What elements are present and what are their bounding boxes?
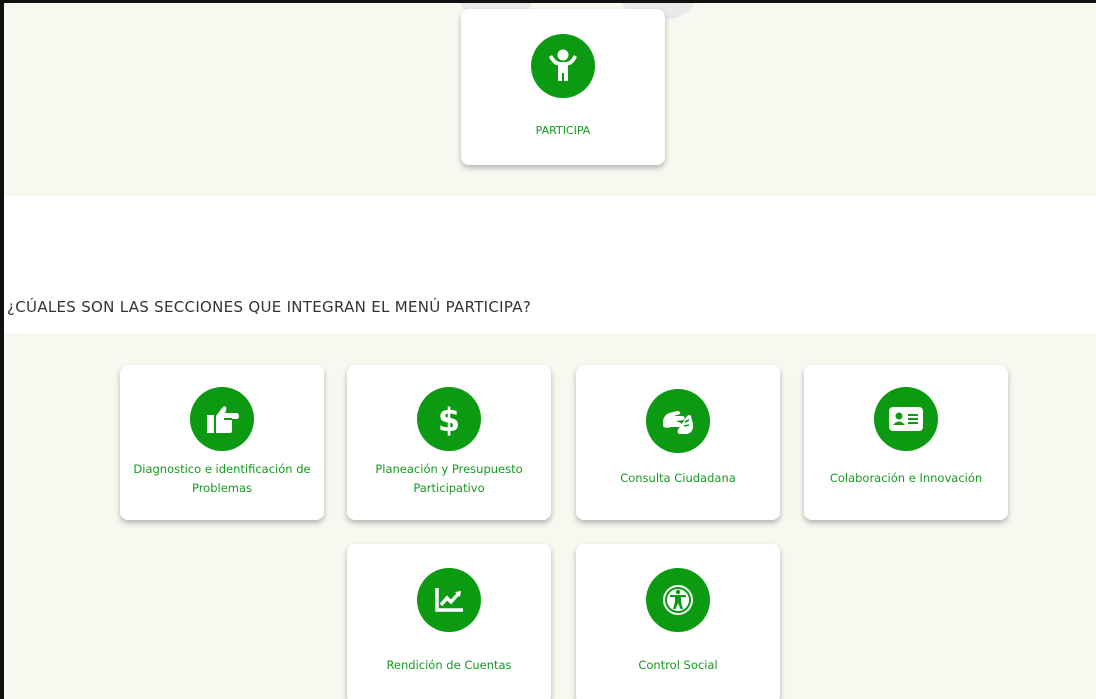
section-label: Consulta Ciudadana <box>620 471 736 485</box>
section-label: Diagnostico e identificación de Problema… <box>133 462 311 495</box>
pointing-hand-icon <box>190 387 254 451</box>
page-frame: PARTICIPA ¿CÚALES SON LAS SECCIONES QUE … <box>0 0 1096 699</box>
chart-line-icon <box>417 568 481 632</box>
section-label: Colaboración e Innovación <box>829 471 983 485</box>
participa-card[interactable]: PARTICIPA <box>461 9 665 165</box>
section-label: Control Social <box>638 658 718 672</box>
dollar-icon: $ <box>417 387 481 451</box>
universal-access-icon <box>646 568 710 632</box>
participa-label: PARTICIPA <box>535 124 591 137</box>
section-label: Planeación y Presupuesto Participativo <box>375 462 523 495</box>
section-label: Rendición de Cuentas <box>386 658 512 672</box>
section-card-consulta[interactable]: Consulta Ciudadana <box>576 365 780 520</box>
section-card-planeacion[interactable]: $ Planeación y Presupuesto Participativo <box>347 365 551 520</box>
svg-text:$: $ <box>438 401 460 438</box>
child-arms-up-icon <box>531 34 595 98</box>
sign-language-icon <box>646 389 710 453</box>
section-card-diagnostico[interactable]: Diagnostico e identificación de Problema… <box>120 365 324 520</box>
section-card-colaboracion[interactable]: Colaboración e Innovación <box>804 365 1008 520</box>
section-card-control-social[interactable]: Control Social <box>576 544 780 699</box>
id-card-icon <box>874 387 938 451</box>
section-heading: ¿CÚALES SON LAS SECCIONES QUE INTEGRAN E… <box>7 298 532 316</box>
section-card-rendicion[interactable]: Rendición de Cuentas <box>347 544 551 699</box>
